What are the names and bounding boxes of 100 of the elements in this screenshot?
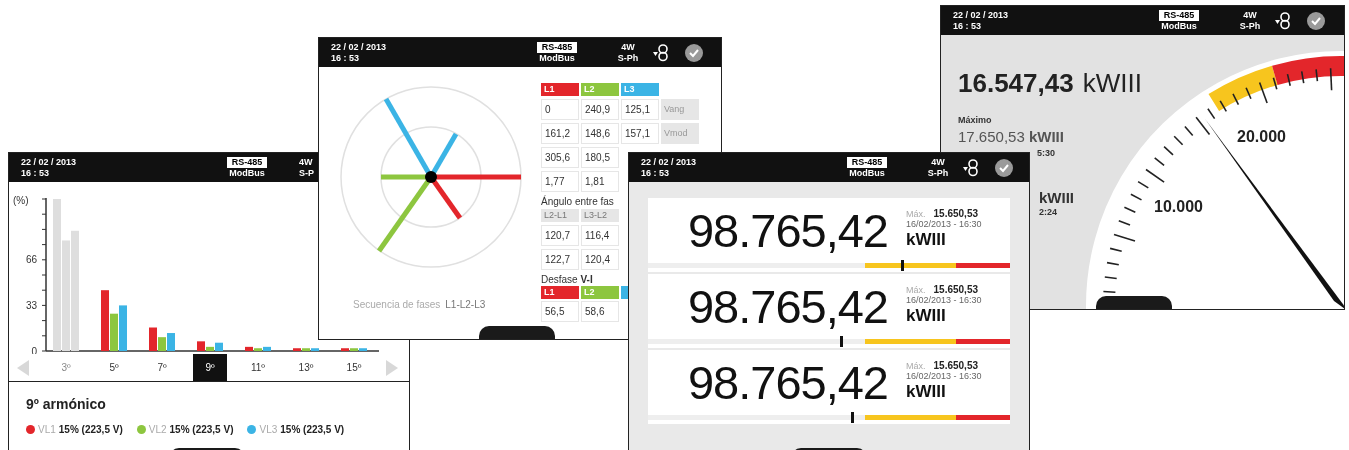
tick-label: 33 (25, 299, 37, 311)
date-text: 22 / 02 / 2013 (331, 41, 387, 53)
unit-cell: Vmod (661, 123, 699, 144)
circles-icon[interactable] (963, 158, 979, 177)
alarm-zone (955, 339, 1010, 344)
protocol-label: ModBus (229, 167, 265, 179)
port-label: RS-485 (226, 156, 268, 168)
table-cell: 180,5 (581, 147, 619, 168)
port-label: RS-485 (536, 41, 578, 53)
unit-fragment: kWIII (1039, 188, 1074, 208)
date-text: 22 / 02 / 2013 (21, 156, 77, 168)
reading-unit: kWIII (906, 381, 947, 403)
phase-label: S-P (299, 167, 314, 179)
time-text: 16 : 53 (21, 167, 50, 179)
column-header: L3-L2 (581, 209, 619, 222)
detail-title: 9º armónico (26, 395, 107, 414)
table-cell: 116,4 (581, 225, 619, 246)
table-cell: 1,81 (581, 171, 619, 192)
max-label: Máx. (906, 209, 926, 219)
table-cell: 120,4 (581, 249, 619, 270)
harmonic-tab[interactable]: 5º (97, 354, 131, 381)
table-cell: 0 (541, 99, 579, 120)
alarm-zone (955, 415, 1010, 420)
circles-icon[interactable] (1275, 11, 1291, 30)
max-title: Máximo (958, 114, 992, 127)
scale-label: 20.000 (1237, 127, 1286, 147)
axis-label: (%) (13, 195, 29, 206)
reading-value: 98.765,42 (686, 206, 888, 254)
alarm-zone (955, 263, 1010, 268)
time-text: 16 : 53 (331, 52, 360, 64)
harmonic-tab[interactable]: 9º (193, 354, 227, 381)
scale-label: 10.000 (1154, 197, 1203, 217)
wiring-label: 4W (299, 156, 313, 168)
time-text: 16 : 53 (953, 20, 982, 32)
unit-cell: Vang (661, 99, 699, 120)
table-cell: 1,77 (541, 171, 579, 192)
max-value: 15.650,53 (933, 209, 978, 219)
sequence-label: Secuencia de fases (353, 298, 441, 312)
harmonic-tab[interactable]: 7º (145, 354, 179, 381)
max-label: Máx. (906, 361, 926, 371)
phase-header: L1 (541, 286, 579, 299)
phase-header: L3 (621, 83, 659, 96)
table-cell: 122,7 (541, 249, 579, 270)
column-header: L2-L1 (541, 209, 579, 222)
port-label: RS-485 (846, 156, 888, 168)
time-fragment: 5:30 (1037, 147, 1055, 160)
reading-value: 98.765,42 (686, 282, 888, 330)
phase-label: S-Ph (1239, 20, 1261, 32)
circles-icon[interactable] (653, 43, 669, 62)
table-cell: 305,6 (541, 147, 579, 168)
wiring-label: 4W (621, 41, 635, 53)
reading-unit: kWIII (906, 305, 947, 327)
wiring-label: 4W (1243, 9, 1257, 21)
section-title: Ángulo entre fas (541, 195, 615, 208)
sequence-value: L1-L2-L3 (445, 298, 486, 312)
max-value: 15.650,53 (933, 285, 978, 295)
harmonic-tab[interactable]: 13º (289, 354, 323, 381)
legend-value: 15% (223,5 V) (280, 423, 345, 437)
handle-tab[interactable] (479, 326, 555, 339)
table-cell: 240,9 (581, 99, 619, 120)
harmonic-tab[interactable]: 15º (337, 354, 371, 381)
table-cell: 56,5 (541, 301, 579, 322)
table-cell: 157,1 (621, 123, 659, 144)
date-text: 22 / 02 / 2013 (953, 9, 1009, 21)
max-label: Máx. (906, 285, 926, 295)
phase-label: S-Ph (927, 167, 949, 179)
check-icon[interactable] (995, 158, 1013, 177)
max-value: 17.650,53 kWIII (958, 127, 1064, 147)
table-cell: 161,2 (541, 123, 579, 144)
time-fragment: 2:24 (1039, 206, 1057, 219)
reading-value: 98.765,42 (686, 358, 888, 406)
check-icon[interactable] (1307, 11, 1325, 30)
legend-name: VL3 (259, 423, 278, 437)
port-label: RS-485 (1158, 9, 1200, 21)
reading-unit: kWIII (906, 229, 947, 251)
table-cell: 125,1 (621, 99, 659, 120)
date-text: 22 / 02 / 2013 (641, 156, 697, 168)
wiring-label: 4W (931, 156, 945, 168)
phase-label: S-Ph (617, 52, 639, 64)
legend-name: VL1 (38, 423, 56, 437)
tick-label: 66 (25, 254, 37, 266)
harmonic-tab[interactable]: 11º (241, 354, 275, 381)
tick-label: 0 (31, 345, 37, 354)
phase-header: L1 (541, 83, 579, 96)
legend-name: VL2 (148, 423, 167, 437)
time-text: 16 : 53 (641, 167, 670, 179)
max-time: 16/02/2013 - 16:30 (906, 371, 982, 381)
reading-unit: kWIII (1082, 67, 1142, 100)
table-cell: 148,6 (581, 123, 619, 144)
protocol-label: ModBus (1161, 20, 1197, 32)
table-cell: 120,7 (541, 225, 579, 246)
phase-header: L2 (581, 83, 619, 96)
check-icon[interactable] (685, 43, 703, 62)
max-value: 15.650,53 (933, 361, 978, 371)
harmonic-tab[interactable]: 3º (49, 354, 83, 381)
max-time: 16/02/2013 - 16:30 (906, 295, 982, 305)
handle-tab[interactable] (1096, 296, 1172, 309)
max-time: 16/02/2013 - 16:30 (906, 219, 982, 229)
protocol-label: ModBus (539, 52, 575, 64)
reading-value: 16.547,43 (958, 67, 1074, 100)
